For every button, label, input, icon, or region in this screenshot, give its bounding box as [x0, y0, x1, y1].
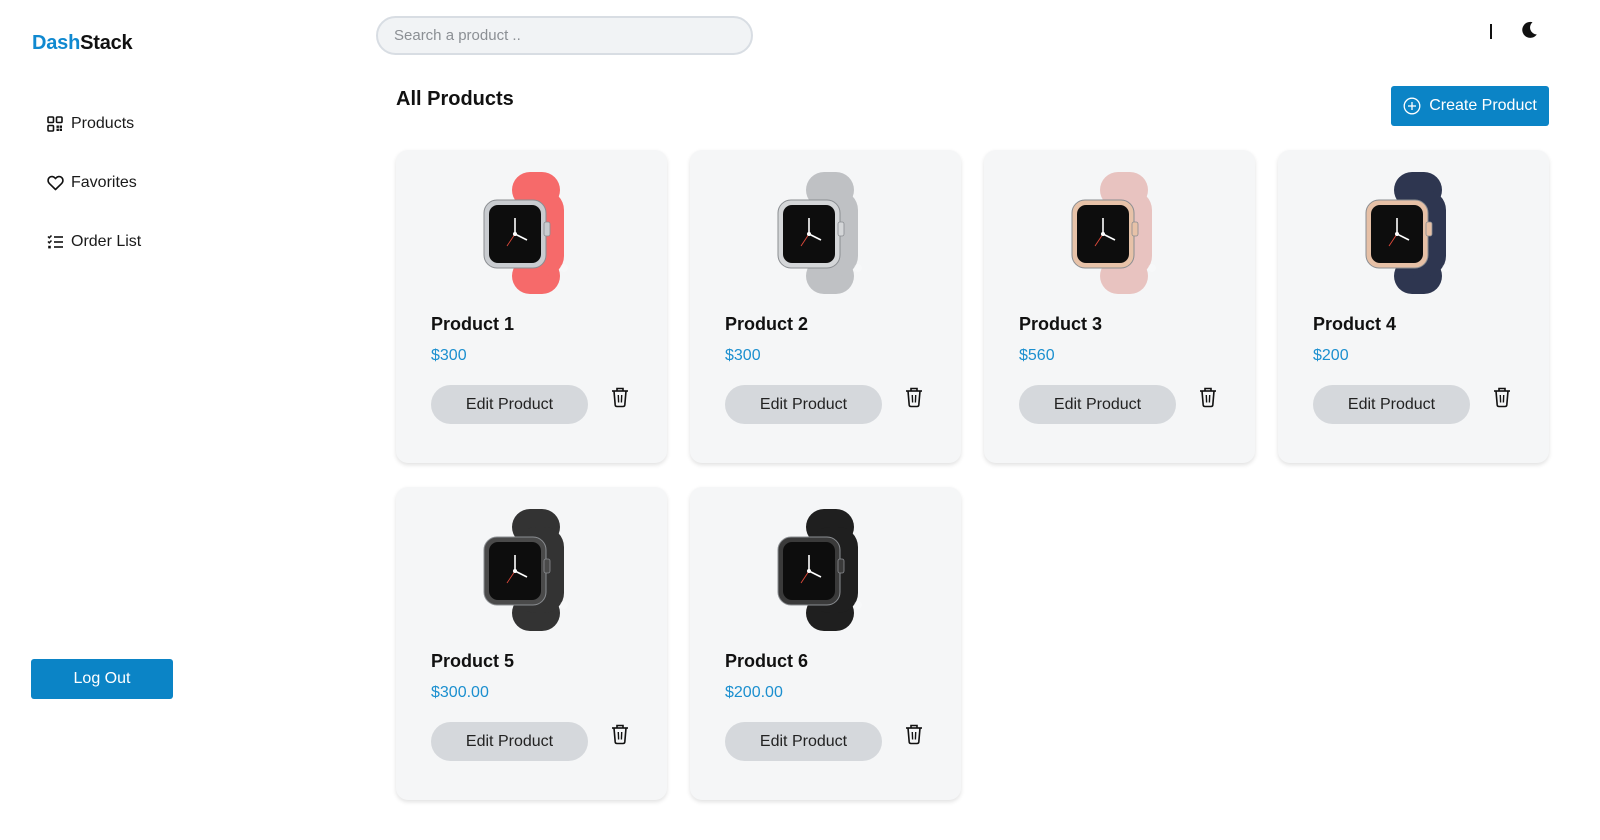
checklist-icon [46, 233, 64, 251]
product-image[interactable] [476, 507, 588, 633]
edit-product-button[interactable]: Edit Product [431, 722, 588, 761]
product-price: $300 [431, 347, 467, 364]
create-product-label: Create Product [1429, 97, 1537, 114]
product-card: Product 5 $300.00 Edit Product [396, 487, 667, 800]
moon-icon[interactable] [1519, 20, 1539, 40]
sidebar-item-label: Favorites [71, 174, 137, 191]
edit-product-button[interactable]: Edit Product [1019, 385, 1176, 424]
create-product-button[interactable]: Create Product [1391, 86, 1549, 126]
sidebar-nav: Products Favorites Order List [46, 110, 141, 287]
product-price: $300 [725, 347, 761, 364]
product-name: Product 1 [431, 314, 515, 334]
logo-dash: Dash [32, 32, 81, 54]
sidebar-item-label: Order List [71, 233, 142, 250]
app: DashStack Products Favorites Order List … [0, 0, 1600, 840]
product-name: Product 2 [725, 314, 809, 334]
trash-icon[interactable] [1198, 386, 1218, 408]
product-price: $200.00 [725, 684, 783, 701]
search-input[interactable] [376, 16, 753, 55]
sidebar-item-favorites[interactable]: Favorites [46, 169, 141, 197]
sidebar: DashStack Products Favorites Order List … [0, 0, 360, 840]
product-price: $300.00 [431, 684, 489, 701]
logo[interactable]: DashStack [32, 32, 133, 55]
product-image[interactable] [1064, 170, 1176, 296]
heart-icon [46, 174, 64, 192]
sidebar-item-order-list[interactable]: Order List [46, 228, 141, 256]
edit-product-button[interactable]: Edit Product [725, 385, 882, 424]
edit-product-button[interactable]: Edit Product [1313, 385, 1470, 424]
product-image[interactable] [770, 507, 882, 633]
product-grid: Product 1 $300 Edit Product Product 2 $3… [396, 150, 1549, 800]
trash-icon[interactable] [904, 723, 924, 745]
trash-icon[interactable] [610, 386, 630, 408]
sidebar-item-products[interactable]: Products [46, 110, 141, 138]
trash-icon[interactable] [610, 723, 630, 745]
product-price: $200 [1313, 347, 1349, 364]
trash-icon[interactable] [904, 386, 924, 408]
product-price: $560 [1019, 347, 1055, 364]
edit-product-button[interactable]: Edit Product [725, 722, 882, 761]
product-image[interactable] [476, 170, 588, 296]
edit-product-button[interactable]: Edit Product [431, 385, 588, 424]
product-card: Product 4 $200 Edit Product [1278, 150, 1549, 463]
grid-icon [46, 115, 64, 133]
product-image[interactable] [1358, 170, 1470, 296]
header-divider [1490, 24, 1492, 39]
product-card: Product 2 $300 Edit Product [690, 150, 961, 463]
product-image[interactable] [770, 170, 882, 296]
logo-stack: Stack [80, 32, 133, 54]
product-name: Product 3 [1019, 314, 1103, 334]
product-name: Product 6 [725, 651, 809, 671]
product-card: Product 6 $200.00 Edit Product [690, 487, 961, 800]
plus-circle-icon [1403, 97, 1421, 115]
product-name: Product 5 [431, 651, 515, 671]
sidebar-item-label: Products [71, 115, 135, 132]
product-name: Product 4 [1313, 314, 1397, 334]
product-card: Product 3 $560 Edit Product [984, 150, 1255, 463]
product-card: Product 1 $300 Edit Product [396, 150, 667, 463]
trash-icon[interactable] [1492, 386, 1512, 408]
logout-button[interactable]: Log Out [31, 659, 173, 699]
page-title: All Products [396, 88, 514, 110]
